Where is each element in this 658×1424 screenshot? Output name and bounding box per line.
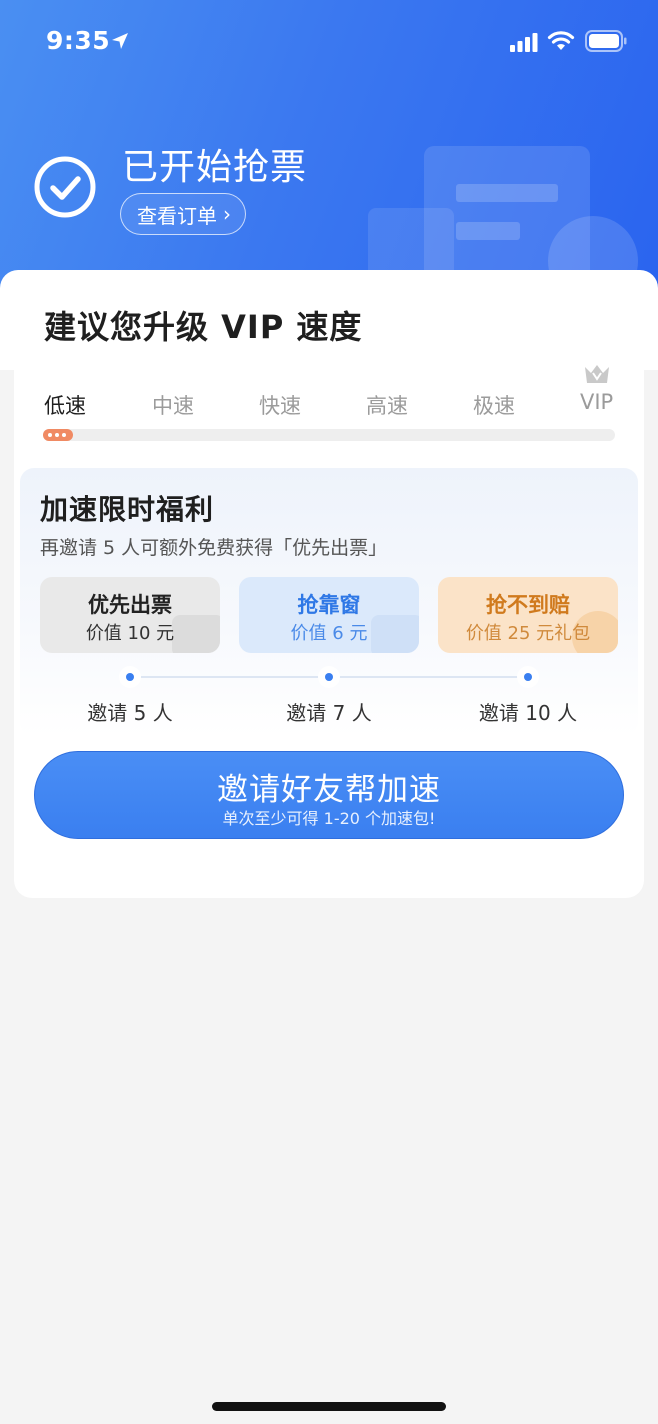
benefit-subtitle: 再邀请 5 人可额外免费获得「优先出票」: [40, 537, 388, 559]
status-time: 9:35: [46, 26, 111, 55]
document-line-decoration: [456, 184, 558, 202]
status-bar: 9:35: [0, 0, 658, 86]
view-order-button[interactable]: 查看订单 ›: [120, 193, 246, 235]
document-line-decoration: [456, 222, 520, 240]
speed-level-low[interactable]: 低速: [44, 390, 86, 420]
speed-level-fast[interactable]: 快速: [259, 390, 301, 420]
reward-title: 优先出票: [88, 593, 172, 617]
page-title: 已开始抢票: [122, 147, 308, 188]
speed-level-high[interactable]: 高速: [366, 390, 408, 420]
reward-value: 价值 6 元: [290, 623, 368, 644]
cellular-signal-icon: [510, 33, 538, 52]
check-circle-icon: [34, 156, 96, 218]
step-dot: [318, 666, 340, 688]
step-label: 邀请 7 人: [286, 701, 372, 725]
reward-title: 抢不到赔: [486, 593, 570, 617]
chevron-right-icon: ›: [223, 202, 231, 226]
benefit-title: 加速限时福利: [40, 493, 215, 526]
speed-progress-fill: [43, 429, 73, 441]
crown-icon: [585, 365, 609, 383]
invite-button-subtitle: 单次至少可得 1-20 个加速包!: [222, 809, 436, 828]
location-arrow-icon: [112, 33, 128, 49]
reward-title: 抢靠窗: [297, 593, 361, 617]
battery-icon: [585, 30, 627, 52]
reward-card-window-seat[interactable]: 抢靠窗 价值 6 元: [239, 577, 419, 653]
view-order-label: 查看订单: [137, 203, 217, 228]
home-indicator[interactable]: [212, 1402, 446, 1411]
reward-value: 价值 25 元礼包: [465, 623, 591, 644]
step-label: 邀请 5 人: [87, 701, 173, 725]
speed-level-medium[interactable]: 中速: [152, 390, 194, 420]
invite-button-label: 邀请好友帮加速: [217, 772, 441, 808]
speed-level-selector: 低速 中速 快速 高速 极速 VIP: [0, 360, 658, 460]
step-dot: [119, 666, 141, 688]
reward-card-compensation[interactable]: 抢不到赔 价值 25 元礼包: [438, 577, 618, 653]
wifi-icon: [547, 31, 575, 50]
reward-value: 价值 10 元: [85, 623, 175, 644]
reward-card-priority[interactable]: 优先出票 价值 10 元: [40, 577, 220, 653]
speed-level-extreme[interactable]: 极速: [473, 390, 515, 420]
speed-level-vip[interactable]: VIP: [580, 390, 613, 414]
speed-progress-bar: [43, 429, 615, 441]
invite-friends-button[interactable]: 邀请好友帮加速 单次至少可得 1-20 个加速包!: [34, 751, 624, 839]
upgrade-title: 建议您升级 VIP 速度: [44, 308, 363, 346]
step-dot: [517, 666, 539, 688]
step-label: 邀请 10 人: [478, 701, 578, 725]
